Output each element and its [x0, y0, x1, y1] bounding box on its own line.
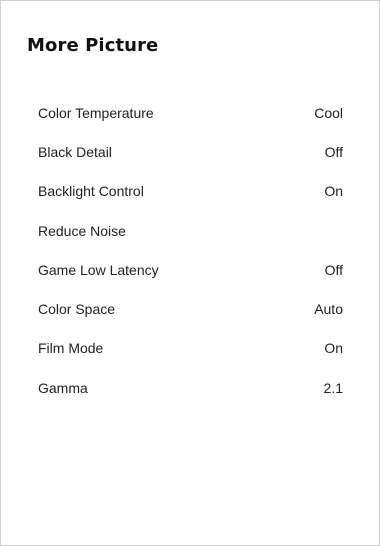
panel-title: More Picture — [27, 35, 159, 56]
menu-item-value: Off — [324, 261, 343, 278]
menu-item-label: Black Detail — [38, 143, 112, 160]
menu-item-value: 2.1 — [323, 379, 343, 396]
menu-item-label: Game Low Latency — [38, 261, 159, 278]
menu-item-backlight-control[interactable]: Backlight Control On — [38, 172, 343, 211]
menu-item-color-temperature[interactable]: Color Temperature Cool — [38, 93, 343, 132]
menu-item-label: Color Space — [38, 301, 116, 318]
menu-item-label: Backlight Control — [38, 183, 144, 200]
menu-item-black-detail[interactable]: Black Detail Off — [38, 132, 343, 171]
menu-item-label: Gamma — [38, 379, 88, 396]
more-picture-panel: More Picture Color Temperature Cool Blac… — [0, 0, 380, 546]
menu-item-label: Color Temperature — [38, 104, 154, 121]
menu-item-film-mode[interactable]: Film Mode On — [38, 329, 343, 368]
menu-item-value: On — [324, 340, 343, 357]
menu-item-value: On — [324, 183, 343, 200]
menu-item-label: Film Mode — [38, 340, 104, 357]
menu-item-color-space[interactable]: Color Space Auto — [38, 289, 343, 328]
menu-item-value: Auto — [314, 301, 343, 318]
menu-item-game-low-latency[interactable]: Game Low Latency Off — [38, 250, 343, 289]
settings-menu: Color Temperature Cool Black Detail Off … — [38, 93, 343, 407]
menu-item-gamma[interactable]: Gamma 2.1 — [38, 368, 343, 407]
menu-item-label: Reduce Noise — [38, 222, 126, 239]
menu-item-value: Cool — [314, 104, 343, 121]
menu-item-value: Off — [324, 143, 343, 160]
menu-item-reduce-noise[interactable]: Reduce Noise — [38, 211, 343, 250]
